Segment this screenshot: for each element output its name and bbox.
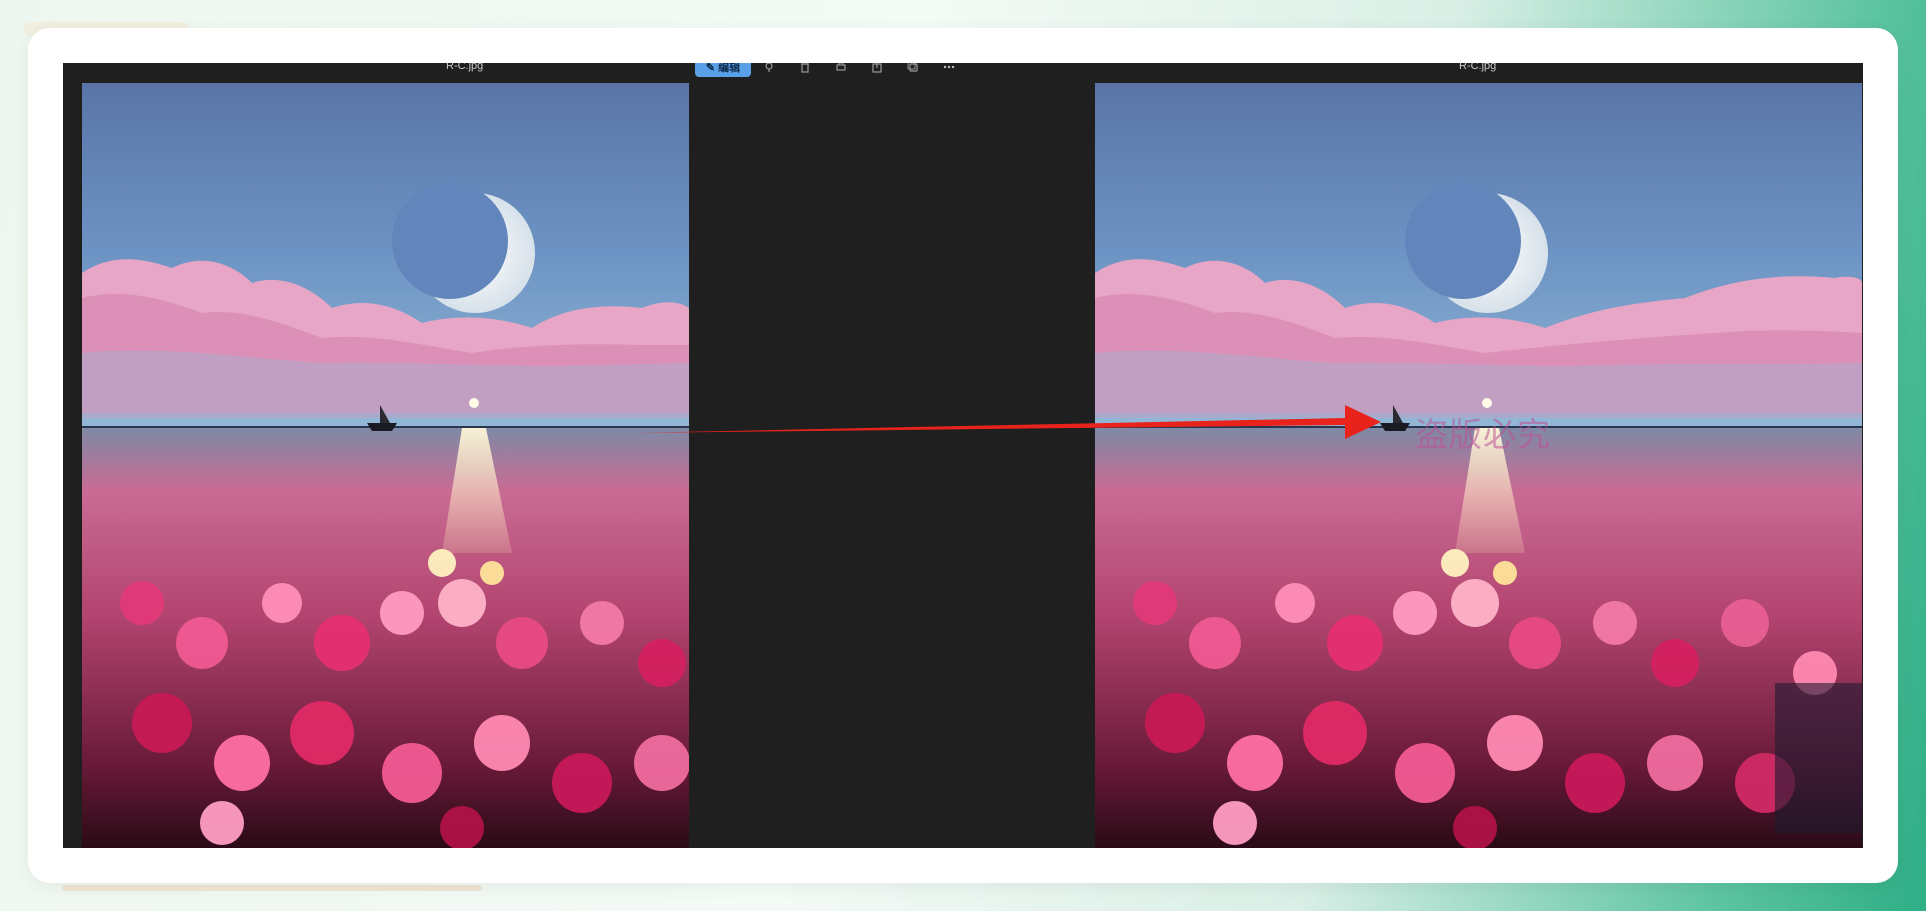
left-filename: R-C.jpg [446, 63, 484, 72]
background-scrollbar-shadow [62, 885, 482, 891]
watermarked-photo [1095, 83, 1862, 848]
edit-button[interactable]: ✎ 编辑 [695, 63, 751, 77]
print-button[interactable] [823, 63, 859, 77]
print-icon [836, 63, 846, 71]
edit-icon: ✎ [705, 63, 716, 74]
delete-icon [801, 63, 809, 73]
photo-viewer-window: R-C.jpg R-C.jpg ✎ 编辑 盗版必究 [63, 63, 1863, 848]
viewer-toolbar: ✎ 编辑 [695, 63, 967, 77]
share-icon [872, 63, 882, 73]
more-icon [943, 65, 955, 69]
copy-icon [907, 63, 918, 72]
share-button[interactable] [859, 63, 895, 77]
original-photo [82, 83, 689, 848]
delete-button[interactable] [787, 63, 823, 77]
adjust-button[interactable] [751, 63, 787, 77]
adjust-icon [765, 63, 773, 72]
edit-label: 编辑 [718, 63, 741, 74]
watermark-text: 盗版必究 [1415, 415, 1551, 454]
right-filename: R-C.jpg [1459, 63, 1497, 72]
copy-button[interactable] [895, 63, 931, 77]
more-button[interactable] [931, 63, 967, 77]
